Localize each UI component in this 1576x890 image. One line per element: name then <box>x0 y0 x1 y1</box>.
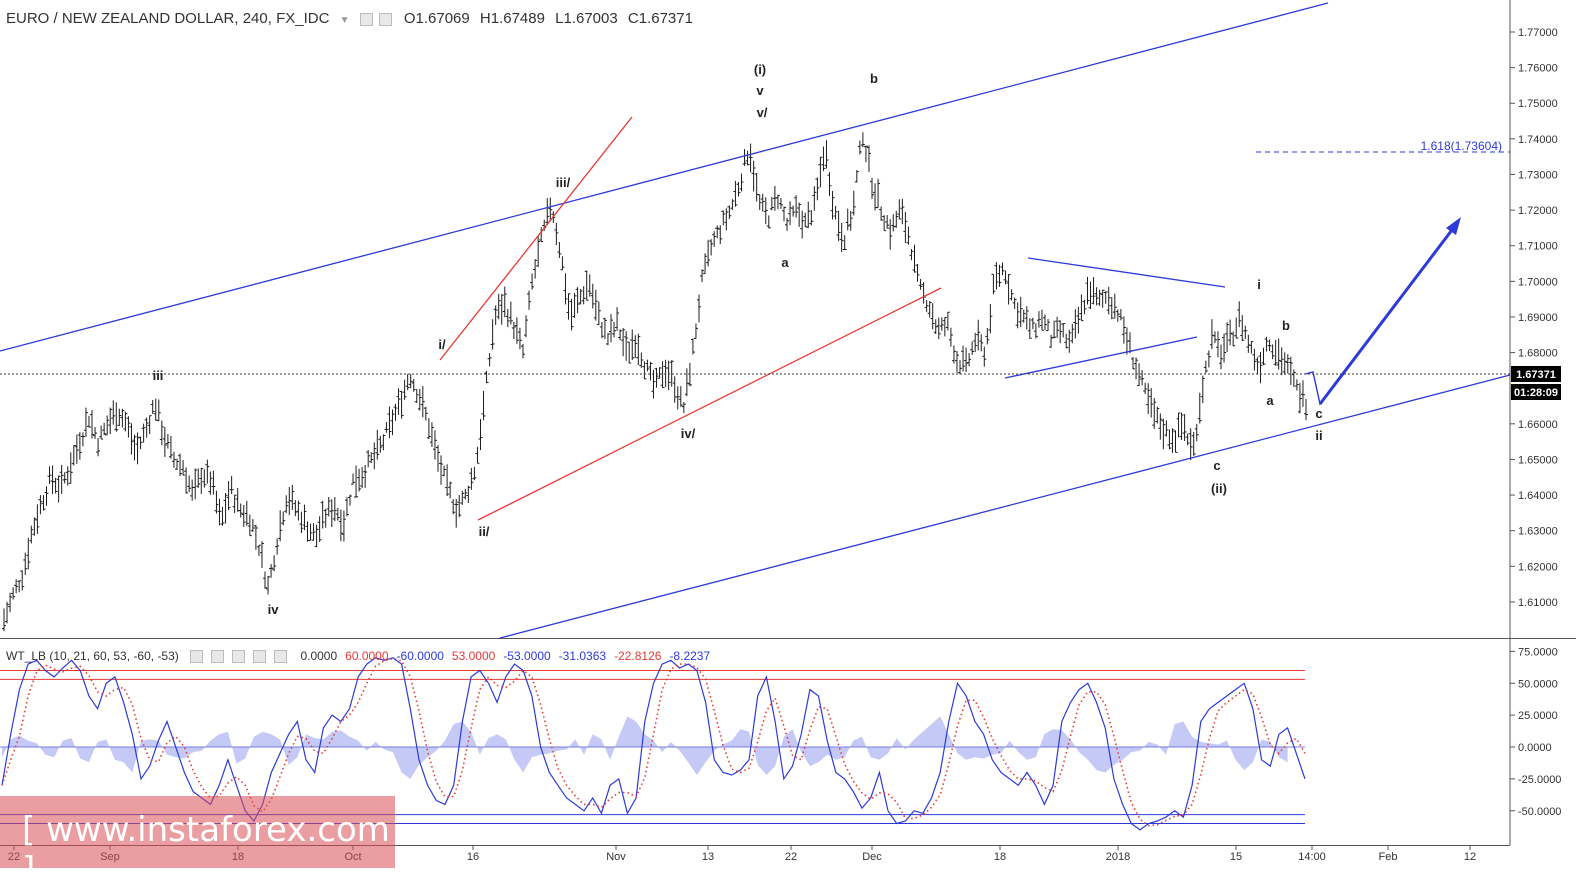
indicator-value: -31.0363 <box>558 649 607 663</box>
ind-y-tick-label: 75.0000 <box>1518 646 1558 658</box>
indicator-name[interactable]: WT_LB (10, 21, 60, 53, -60, -53) <box>6 649 179 663</box>
x-tick-label: 2018 <box>1106 851 1130 863</box>
gear-icon[interactable] <box>232 650 246 664</box>
main-y-axis: 1.77000 1.76000 1.75000 1.74000 1.73000 1.720… <box>1510 27 1558 609</box>
ohlc-open: O1.67069 <box>403 10 470 27</box>
y-tick-label: 1.71000 <box>1518 241 1558 253</box>
ind-y-tick-label: 0.0000 <box>1518 742 1552 754</box>
y-tick-label: 1.61000 <box>1518 597 1558 609</box>
wave-label: iii <box>153 368 164 383</box>
plus-icon[interactable] <box>253 650 267 664</box>
wave-label: iii/ <box>556 175 571 190</box>
wave-label: v/ <box>757 105 768 120</box>
indicator-value: -60.0000 <box>396 649 444 663</box>
indicator-value: -53.0000 <box>503 649 551 663</box>
y-tick-label: 1.68000 <box>1518 348 1558 360</box>
watermark: [ www.instaforex.com ] <box>0 796 395 890</box>
settings-icon[interactable] <box>211 650 225 664</box>
wave-label: b <box>1282 318 1290 333</box>
wave-label: c <box>1213 458 1220 473</box>
indicator-value: 0.0000 <box>300 649 338 663</box>
symbol-title[interactable]: EURO / NEW ZEALAND DOLLAR, 240, FX_IDC <box>6 10 329 27</box>
wave-label: a <box>1266 393 1274 408</box>
fib-target-label: 1.618(1.73604) <box>1421 139 1502 153</box>
y-tick-label: 1.66000 <box>1518 419 1558 431</box>
x-tick-label: 16 <box>467 851 479 863</box>
x-tick-label: Feb <box>1379 851 1398 863</box>
y-tick-label: 1.65000 <box>1518 454 1558 466</box>
indicator-value: 60.0000 <box>345 649 389 663</box>
indicator-header: WT_LB (10, 21, 60, 53, -60, -53) 0.0000 6… <box>6 649 726 664</box>
y-tick-label: 1.77000 <box>1518 27 1558 39</box>
countdown-tag: 01:28:09 <box>1514 387 1558 399</box>
wave-label: (i) <box>754 62 766 77</box>
wave-label: ii <box>1315 428 1322 443</box>
indicator-y-axis: 75.0000 50.0000 25.0000 0.0000 -25.0000 -50.0… <box>1510 646 1561 818</box>
wave-label: a <box>781 255 789 270</box>
y-tick-label: 1.73000 <box>1518 169 1558 181</box>
indicator-value: -8.2237 <box>669 649 711 663</box>
y-tick-label: 1.70000 <box>1518 276 1558 288</box>
settings-icon[interactable] <box>359 12 373 26</box>
x-tick-label: 14:00 <box>1298 851 1326 863</box>
ind-y-tick-label: -50.0000 <box>1518 806 1561 818</box>
dropdown-icon[interactable]: ▼ <box>340 15 350 26</box>
indicator-values: 0.0000 60.0000 -60.0000 53.0000 -53.0000 -31.… <box>300 649 718 663</box>
y-tick-label: 1.62000 <box>1518 561 1558 573</box>
wave-label: ii/ <box>479 524 490 539</box>
chart-header: EURO / NEW ZEALAND DOLLAR, 240, FX_IDC ▼… <box>6 10 699 27</box>
wave-label: iv/ <box>681 426 696 441</box>
ind-y-tick-label: 25.0000 <box>1518 710 1558 722</box>
indicator-value: -22.8126 <box>614 649 662 663</box>
y-tick-label: 1.76000 <box>1518 63 1558 75</box>
chart-canvas: 1.77000 1.76000 1.75000 1.74000 1.73000 1.720… <box>0 0 1576 863</box>
ind-y-tick-label: 50.0000 <box>1518 678 1558 690</box>
y-tick-label: 1.72000 <box>1518 205 1558 217</box>
x-tick-label: 22 <box>785 851 797 863</box>
x-tick-label: 13 <box>702 851 714 863</box>
ohlc-close: C1.67371 <box>627 10 693 27</box>
wave-label: i <box>1257 277 1261 292</box>
wave-label: (ii) <box>1211 481 1227 496</box>
y-tick-label: 1.63000 <box>1518 526 1558 538</box>
wave-label: v <box>756 83 764 98</box>
x-tick-label: 18 <box>994 851 1006 863</box>
x-tick-label: Nov <box>606 851 626 863</box>
ohlc-low: L1.67003 <box>555 10 618 27</box>
y-tick-label: 1.64000 <box>1518 490 1558 502</box>
close-icon[interactable] <box>274 650 288 664</box>
x-tick-label: Dec <box>862 851 882 863</box>
y-tick-label: 1.74000 <box>1518 134 1558 146</box>
wave-label: b <box>870 71 878 86</box>
wave-label: iv <box>268 602 280 617</box>
wave-label: c <box>1315 406 1322 421</box>
eye-icon[interactable] <box>190 650 204 664</box>
price-tag: 1.67371 <box>1516 369 1556 381</box>
indicator-value: 53.0000 <box>451 649 496 663</box>
y-tick-label: 1.69000 <box>1518 312 1558 324</box>
ind-y-tick-label: -25.0000 <box>1518 774 1561 786</box>
gear-icon[interactable] <box>378 12 392 26</box>
x-tick-label: 15 <box>1230 851 1242 863</box>
x-tick-label: 12 <box>1464 851 1476 863</box>
watermark-text: [ www.instaforex.com ] <box>22 810 390 890</box>
ohlc-high: H1.67489 <box>479 10 545 27</box>
y-tick-label: 1.75000 <box>1518 98 1558 110</box>
wave-label: i/ <box>438 337 446 352</box>
